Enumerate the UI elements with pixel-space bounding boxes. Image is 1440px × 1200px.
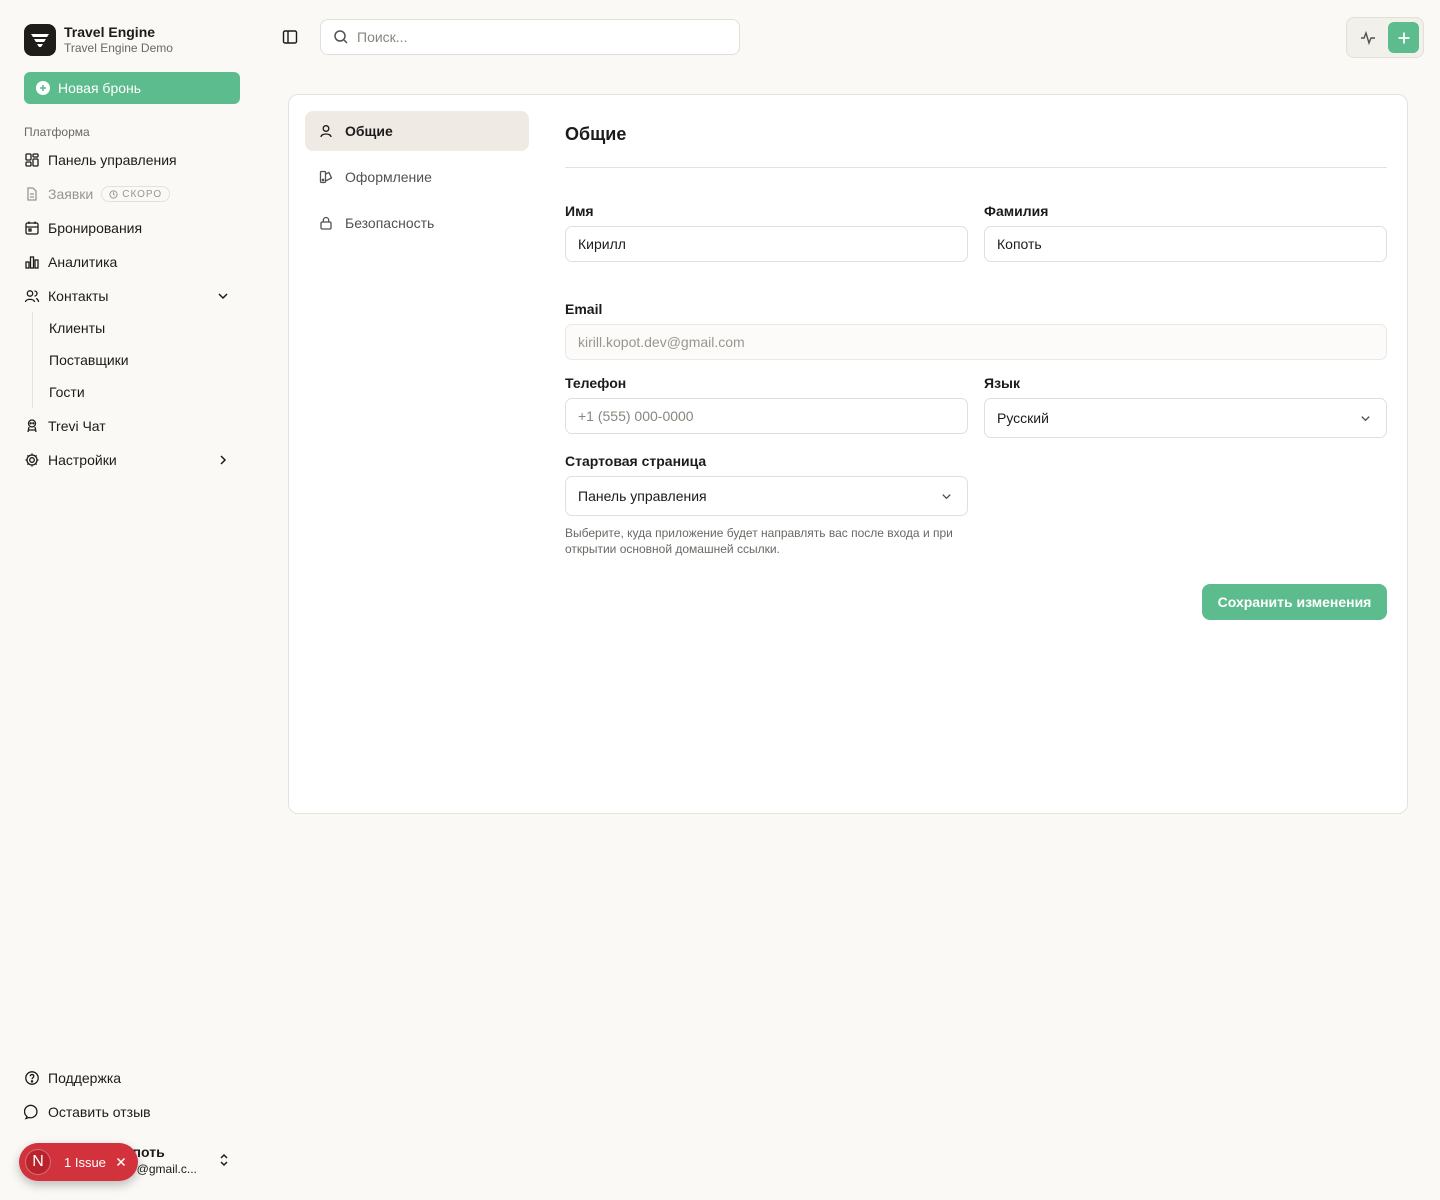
lock-icon <box>320 216 332 230</box>
section-title: Общие <box>565 124 627 144</box>
sidebar-item-support[interactable]: Поддержка <box>24 1064 240 1092</box>
file-icon <box>27 187 37 201</box>
sidebar-item-analytics[interactable]: Аналитика <box>24 248 240 276</box>
start-page-value: Панель управления <box>578 488 707 504</box>
help-circle-icon <box>25 1071 39 1085</box>
user-icon <box>320 125 332 138</box>
search-bar[interactable] <box>320 19 740 55</box>
nextjs-logo: N <box>25 1149 51 1175</box>
start-page-hint: Выберите, куда приложение будет направля… <box>565 526 953 556</box>
sidebar-subitem-clients[interactable]: Клиенты <box>49 314 105 342</box>
brand-switcher[interactable]: Travel Engine Travel Engine Demo <box>24 24 173 56</box>
sidebar-item-trevi-chat[interactable]: Trevi Чат <box>24 412 240 440</box>
gear-icon <box>25 453 39 467</box>
new-booking-button[interactable]: Новая бронь <box>24 72 240 104</box>
sidebar-item-feedback[interactable]: Оставить отзыв <box>24 1098 240 1126</box>
plus-icon <box>1398 32 1409 43</box>
phone-field[interactable] <box>565 398 968 434</box>
palette-icon <box>319 170 333 184</box>
sidebar-item-label: Панель управления <box>48 152 177 168</box>
sidebar-item-label: Настройки <box>48 452 117 468</box>
sidebar-item-label: Бронирования <box>48 220 143 236</box>
settings-tab-security[interactable]: Безопасность <box>305 203 529 243</box>
settings-card: Общие Оформление Безопасность Общие Имя … <box>288 94 1408 814</box>
save-changes-button[interactable]: Сохранить изменения <box>1202 584 1387 620</box>
issue-count-label: 1 Issue <box>64 1154 106 1170</box>
app-name: Travel Engine <box>64 24 156 40</box>
calendar-icon <box>25 221 39 235</box>
new-booking-label: Новая бронь <box>58 80 142 96</box>
search-icon <box>334 30 348 44</box>
add-button[interactable] <box>1388 22 1419 53</box>
plus-circle-icon <box>36 81 50 95</box>
settings-tab-appearance[interactable]: Оформление <box>305 157 529 197</box>
sidebar-item-dashboard[interactable]: Панель управления <box>24 146 240 174</box>
last-name-field[interactable] <box>984 226 1387 262</box>
sidebar-subitem-guests[interactable]: Гости <box>49 378 85 406</box>
sidebar-item-label: Поддержка <box>48 1070 122 1086</box>
chevron-right-icon <box>220 455 227 465</box>
chevron-down-icon <box>218 293 228 300</box>
search-input[interactable] <box>357 29 717 45</box>
sidebar-item-contacts[interactable]: Контакты <box>24 282 240 310</box>
first-name-label: Имя <box>565 203 594 219</box>
settings-tab-general[interactable]: Общие <box>305 111 529 151</box>
dashboard-icon <box>25 153 39 167</box>
start-page-label: Стартовая страница <box>565 453 707 469</box>
settings-tab-label: Безопасность <box>345 215 435 231</box>
sidebar-item-requests: Заявки СКОРО <box>24 180 240 208</box>
phone-label: Телефон <box>565 375 627 391</box>
sidebar-item-label: Заявки <box>48 186 94 202</box>
language-select[interactable]: Русский <box>984 398 1387 438</box>
message-circle-icon <box>24 1104 38 1120</box>
sidebar-toggle-icon[interactable] <box>281 28 299 46</box>
chevron-down-icon <box>1361 416 1370 422</box>
sidebar-subitem-suppliers[interactable]: Поставщики <box>49 346 129 374</box>
app-logo <box>24 24 56 56</box>
language-label: Язык <box>984 375 1020 391</box>
sidebar: Travel Engine Travel Engine Demo Новая б… <box>0 0 264 1200</box>
start-page-select[interactable]: Панель управления <box>565 476 968 516</box>
bar-chart-icon <box>25 256 39 269</box>
soon-badge-label: СКОРО <box>122 188 163 200</box>
chevron-down-icon <box>942 494 951 500</box>
sidebar-item-settings[interactable]: Настройки <box>24 446 240 474</box>
sidebar-item-label: Контакты <box>48 288 109 304</box>
submenu-guide-line <box>32 312 33 408</box>
issues-indicator[interactable]: N 1 Issue <box>19 1143 138 1181</box>
language-value: Русский <box>997 410 1049 426</box>
close-icon[interactable] <box>115 1156 127 1168</box>
email-label: Email <box>565 301 603 317</box>
section-divider <box>565 167 1387 168</box>
users-icon <box>24 290 40 303</box>
sidebar-item-bookings[interactable]: Бронирования <box>24 214 240 242</box>
bot-icon <box>27 419 37 433</box>
settings-tab-label: Общие <box>345 123 393 139</box>
soon-badge: СКОРО <box>101 186 171 202</box>
settings-tab-label: Оформление <box>345 169 432 185</box>
email-field <box>565 324 1387 360</box>
top-actions <box>1346 17 1424 58</box>
sidebar-item-label: Аналитика <box>48 254 118 270</box>
chevrons-up-down-icon <box>220 1153 228 1167</box>
workspace-name: Travel Engine Demo <box>64 41 173 55</box>
last-name-label: Фамилия <box>984 203 1049 219</box>
nav-group-label: Платформа <box>24 125 90 139</box>
clock-icon <box>109 189 118 199</box>
first-name-field[interactable] <box>565 226 968 262</box>
activity-icon[interactable] <box>1359 29 1377 47</box>
sidebar-item-label: Trevi Чат <box>48 418 106 434</box>
sidebar-item-label: Оставить отзыв <box>48 1104 151 1120</box>
